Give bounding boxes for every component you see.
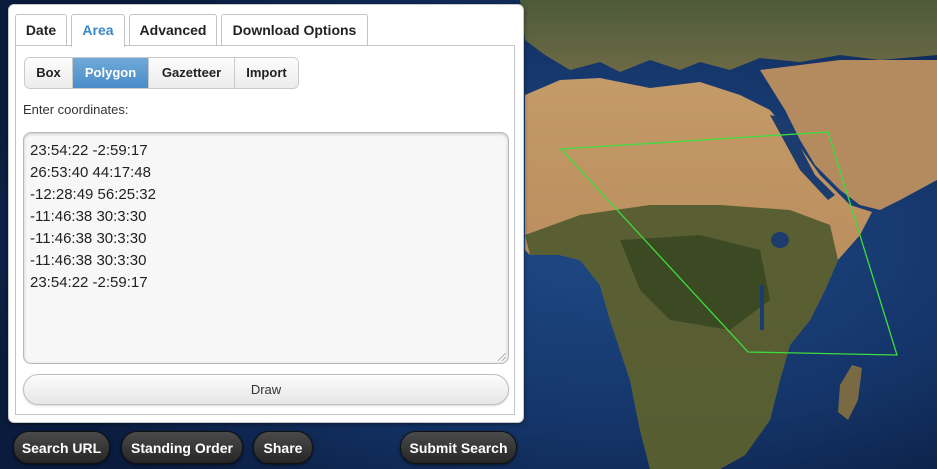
lake-victoria xyxy=(771,232,789,248)
subtab-import[interactable]: Import xyxy=(235,58,298,88)
subtab-gazetteer[interactable]: Gazetteer xyxy=(149,58,235,88)
tab-date[interactable]: Date xyxy=(15,14,67,45)
resize-grip-icon[interactable] xyxy=(498,353,506,361)
coordinate-line: 23:54:22 -2:59:17 xyxy=(30,142,148,159)
search-panel: Date Area Advanced Download Options Box … xyxy=(8,4,524,423)
search-url-button[interactable]: Search URL xyxy=(13,431,110,464)
area-mode-selector: Box Polygon Gazetteer Import xyxy=(24,57,299,89)
coordinate-line: -11:46:38 30:3:30 xyxy=(30,230,147,247)
tab-area[interactable]: Area xyxy=(71,14,125,47)
area-tab-content: Box Polygon Gazetteer Import Enter coord… xyxy=(15,45,515,415)
lake-tanganyika xyxy=(760,285,764,330)
draw-button[interactable]: Draw xyxy=(23,374,509,405)
coordinates-textarea[interactable]: 23:54:22 -2:59:17 26:53:40 44:17:48 -12:… xyxy=(23,132,509,364)
share-button[interactable]: Share xyxy=(253,431,313,464)
tab-advanced[interactable]: Advanced xyxy=(129,14,217,45)
subtab-polygon[interactable]: Polygon xyxy=(73,58,149,88)
submit-search-button[interactable]: Submit Search xyxy=(400,431,517,464)
coordinate-line: -11:46:38 30:3:30 xyxy=(30,252,147,269)
subtab-box[interactable]: Box xyxy=(25,58,73,88)
standing-order-button[interactable]: Standing Order xyxy=(121,431,243,464)
coordinates-label: Enter coordinates: xyxy=(23,102,129,117)
coordinate-line: 23:54:22 -2:59:17 xyxy=(30,274,148,291)
tab-download-options[interactable]: Download Options xyxy=(221,14,368,45)
coordinate-line: -11:46:38 30:3:30 xyxy=(30,208,147,225)
coordinate-line: 26:53:40 44:17:48 xyxy=(30,164,151,181)
coordinate-line: -12:28:49 56:25:32 xyxy=(30,186,156,203)
